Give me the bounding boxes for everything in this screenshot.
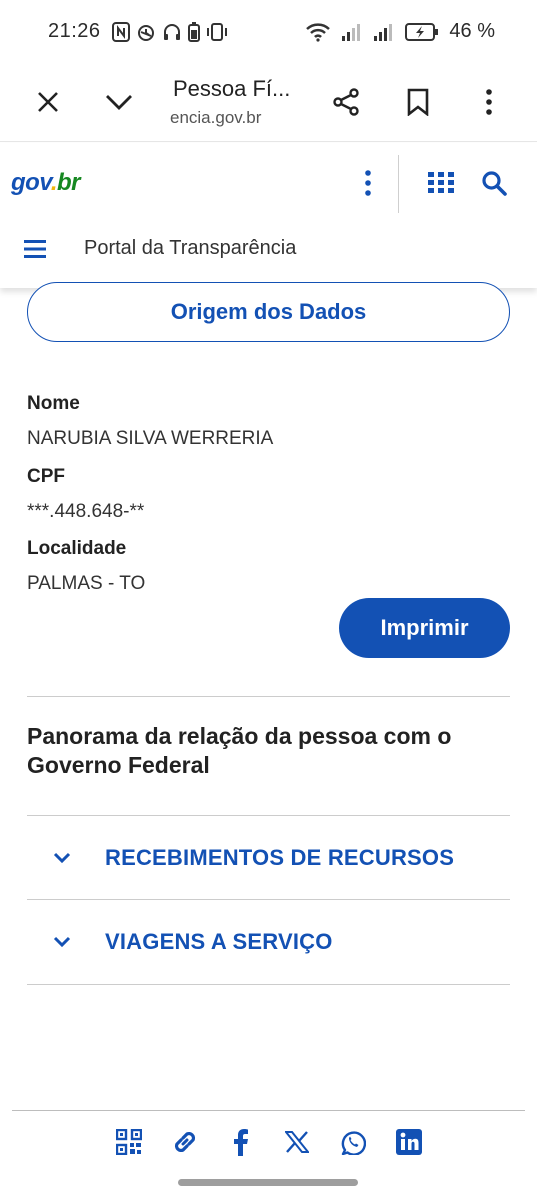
bookmark-icon	[407, 88, 429, 116]
browser-toolbar: Pessoa Fí... encia.gov.br	[0, 66, 537, 142]
minimize-button[interactable]	[99, 82, 139, 122]
qr-code-button[interactable]	[112, 1125, 146, 1159]
grid-icon	[428, 172, 454, 193]
print-button[interactable]: Imprimir	[339, 598, 510, 658]
search-button[interactable]	[476, 165, 512, 201]
share-bar	[0, 1124, 537, 1160]
header-divider	[398, 155, 399, 213]
field-value-cpf: ***.448.648-**	[27, 501, 145, 522]
search-icon	[482, 171, 507, 196]
field-value-nome: NARUBIA SILVA WERRERIA	[27, 428, 274, 449]
qr-code-icon	[115, 1129, 142, 1155]
bookmark-button[interactable]	[398, 82, 438, 122]
vibrate-icon	[207, 23, 227, 41]
hamburger-icon	[24, 240, 46, 258]
accordion-viagens[interactable]: VIAGENS A SERVIÇO	[27, 900, 510, 984]
headphones-icon	[164, 24, 180, 40]
share-icon	[333, 88, 359, 116]
field-label-cpf: CPF	[27, 466, 65, 487]
field-value-localidade: PALMAS - TO	[27, 573, 146, 594]
nfc-icon	[112, 22, 130, 42]
status-bar: 21:26 46 %	[0, 0, 537, 66]
origem-dados-button[interactable]: Origem dos Dados	[27, 282, 510, 342]
panorama-heading: Panorama da relação da pessoa com o Gove…	[27, 723, 452, 778]
logo-text-br: br	[57, 169, 81, 196]
chevron-down-icon	[106, 95, 132, 110]
battery-small-icon	[188, 22, 200, 42]
whatsapp-share-button[interactable]	[336, 1125, 370, 1159]
origem-dados-label: Origem dos Dados	[170, 299, 367, 324]
x-icon	[284, 1131, 309, 1153]
chevron-down-icon	[27, 936, 97, 948]
share-bar-divider	[12, 1110, 525, 1111]
battery-icon	[405, 22, 439, 41]
link-icon	[174, 1131, 195, 1153]
battery-percent: 46 %	[449, 20, 495, 42]
close-icon	[38, 92, 58, 112]
divider	[27, 696, 510, 697]
alarm-icon	[138, 25, 154, 41]
status-icons-left	[112, 22, 228, 42]
status-time: 21:26	[48, 20, 101, 42]
status-icons-right: 46 %	[305, 20, 495, 43]
share-button[interactable]	[326, 82, 366, 122]
site-header: gov.br Portal da Transparência	[0, 143, 537, 288]
field-label-nome: Nome	[27, 393, 80, 414]
accordion-label: RECEBIMENTOS DE RECURSOS	[105, 845, 455, 870]
wifi-icon	[306, 22, 331, 42]
facebook-share-button[interactable]	[224, 1125, 258, 1159]
apps-button[interactable]	[423, 165, 459, 201]
field-label-localidade: Localidade	[27, 538, 127, 559]
page-url[interactable]: encia.gov.br	[170, 108, 270, 128]
govbr-logo[interactable]: gov.br	[11, 169, 81, 197]
signal-2-icon	[374, 23, 393, 41]
divider	[27, 984, 510, 985]
logo-text-gov: gov	[11, 169, 51, 196]
signal-1-icon	[342, 23, 361, 41]
whatsapp-icon	[341, 1131, 366, 1155]
more-vertical-icon	[365, 170, 371, 196]
portal-title[interactable]: Portal da Transparência	[84, 237, 296, 260]
accordion-recebimentos[interactable]: RECEBIMENTOS DE RECURSOS	[27, 816, 510, 900]
linkedin-share-button[interactable]	[392, 1125, 426, 1159]
header-menu-button[interactable]	[350, 165, 386, 201]
accordion-label: VIAGENS A SERVIÇO	[105, 929, 333, 954]
chevron-down-icon	[27, 852, 97, 864]
linkedin-icon	[395, 1129, 422, 1155]
more-vertical-icon	[486, 89, 492, 115]
hamburger-menu-button[interactable]	[17, 231, 53, 267]
x-share-button[interactable]	[280, 1125, 314, 1159]
close-tab-button[interactable]	[28, 82, 68, 122]
facebook-icon	[233, 1129, 248, 1156]
home-indicator[interactable]	[178, 1179, 358, 1186]
browser-menu-button[interactable]	[469, 82, 509, 122]
page-tab-title: Pessoa Fí...	[173, 76, 291, 101]
print-button-label: Imprimir	[380, 615, 469, 640]
copy-link-button[interactable]	[168, 1125, 202, 1159]
